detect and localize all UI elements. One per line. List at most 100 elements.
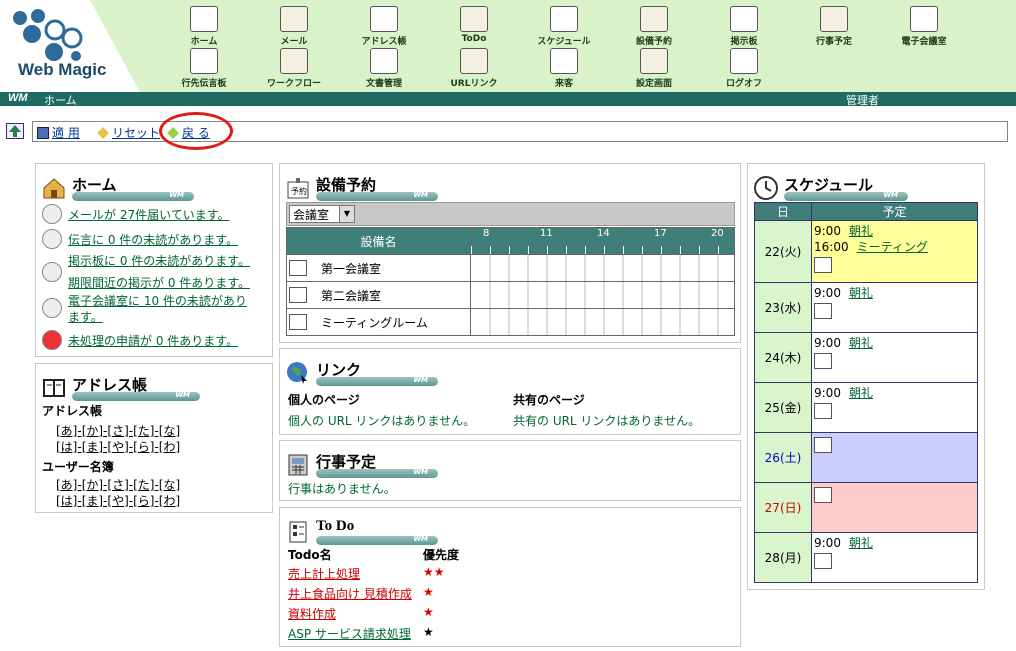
equipment-slot-cells[interactable] xyxy=(470,281,735,309)
schedule-event-link[interactable]: 朝礼 xyxy=(849,386,873,400)
schedule-day-cell[interactable]: 23(水) xyxy=(754,282,812,333)
schedule-day-row: 26(土) xyxy=(754,432,978,483)
room-type-select[interactable]: 会議室 ▼ xyxy=(289,205,355,223)
edit-pencil-icon[interactable] xyxy=(814,257,832,273)
equipment-slot-cells[interactable] xyxy=(470,254,735,282)
schedule-plan-cell[interactable]: 9:00 朝礼 xyxy=(811,282,978,333)
home-conference-link[interactable]: 電子会議室に 10 件の未読があり xyxy=(68,292,247,309)
home-board-due-link[interactable]: 期限間近の掲示が 0 件あります。 xyxy=(68,274,250,291)
equipment-name-cell: 第一会議室 xyxy=(286,254,471,282)
schedule-plan-cell[interactable] xyxy=(811,432,978,483)
header: Web Magic ホーム メール アドレス帳 ToDo スケジュール 設備予約 掲示板 行事… xyxy=(0,0,1016,92)
calendar-icon xyxy=(820,6,848,32)
user-index-row-b[interactable]: [は]-[ま]-[や]-[ら]-[わ] xyxy=(56,492,180,509)
nav-calendar[interactable]: 行事予定 xyxy=(790,6,878,47)
nav-globe[interactable]: URLリンク xyxy=(430,48,518,89)
todo-item-name[interactable]: 売上計上処理 xyxy=(288,565,360,582)
schedule-event-link[interactable]: 朝礼 xyxy=(849,336,873,350)
nav-clock[interactable]: スケジュール xyxy=(520,6,608,47)
schedule-time: 9:00 xyxy=(814,286,841,300)
reset-button[interactable]: リセット xyxy=(97,124,160,141)
address-index-row-a[interactable]: [あ]-[か]-[さ]-[た]-[な] xyxy=(56,422,180,439)
schedule-event-link[interactable]: ミーティング xyxy=(857,240,928,254)
user-index-row-a[interactable]: [あ]-[か]-[さ]-[た]-[な] xyxy=(56,476,180,493)
personal-page-heading: 個人のページ xyxy=(288,393,360,407)
conference-icon xyxy=(910,6,938,32)
title-bar-ornament: WM xyxy=(72,191,194,201)
edit-pencil-icon[interactable] xyxy=(289,313,307,330)
apply-label: 適 用 xyxy=(52,126,80,140)
schedule-day-cell[interactable]: 25(金) xyxy=(754,382,812,433)
logo[interactable]: Web Magic xyxy=(0,0,140,92)
home-board-link[interactable]: 掲示板に 0 件の未読があります。 xyxy=(68,252,250,269)
conference-icon xyxy=(42,298,62,318)
schedule-day-cell[interactable]: 27(日) xyxy=(754,482,812,533)
nav-settings[interactable]: 設定画面 xyxy=(610,48,698,89)
title-bar-ornament: WM xyxy=(784,191,908,201)
home-workflow-link[interactable]: 未処理の申請が 0 件あります。 xyxy=(68,332,238,349)
hour-label: 8 xyxy=(483,228,490,239)
schedule-plan-cell[interactable]: 9:00 朝礼 xyxy=(811,382,978,433)
todo-priority-header: 優先度 xyxy=(423,548,460,562)
nav-label: 行先伝言板 xyxy=(181,79,227,89)
nav-mail[interactable]: メール xyxy=(250,6,338,47)
nav-label: ホーム xyxy=(190,37,218,47)
nav-visitor[interactable]: 来客 xyxy=(520,48,608,89)
equipment-slot-cells[interactable] xyxy=(470,308,735,336)
nav-label: 来客 xyxy=(554,79,573,89)
edit-pencil-icon[interactable] xyxy=(814,403,832,419)
schedule-plan-cell[interactable] xyxy=(811,482,978,533)
edit-pencil-icon[interactable] xyxy=(814,353,832,369)
schedule-plan-cell[interactable]: 9:00 朝礼 16:00 ミーティング xyxy=(811,220,978,283)
todo-item-name[interactable]: ASP サービス請求処理 xyxy=(288,625,411,642)
nav-workflow[interactable]: ワークフロー xyxy=(250,48,338,89)
home-conference-link-2[interactable]: ます。 xyxy=(68,308,103,325)
schedule-event-link[interactable]: 朝礼 xyxy=(849,286,873,300)
edit-pencil-icon[interactable] xyxy=(289,259,307,276)
todo-item-name[interactable]: 資料作成 xyxy=(288,605,336,622)
nav-message-board[interactable]: 行先伝言板 xyxy=(160,48,248,89)
schedule-plan-cell[interactable]: 9:00 朝礼 xyxy=(811,532,978,583)
nav-label: メール xyxy=(280,37,308,47)
workflow-icon xyxy=(42,330,62,350)
address-index-row-b[interactable]: [は]-[ま]-[や]-[ら]-[わ] xyxy=(56,438,180,455)
edit-pencil-icon[interactable] xyxy=(814,553,832,569)
nav-conference[interactable]: 電子会議室 xyxy=(880,6,968,47)
nav-address-book[interactable]: アドレス帳 xyxy=(340,6,428,47)
nav-bulletin-board[interactable]: 掲示板 xyxy=(700,6,788,47)
bulletin-board-icon xyxy=(730,6,758,32)
schedule-day-cell[interactable]: 26(土) xyxy=(754,432,812,483)
up-arrow-icon[interactable] xyxy=(6,123,24,139)
edit-pencil-icon[interactable] xyxy=(814,487,832,503)
nav-equipment-reserve[interactable]: 設備予約 xyxy=(610,6,698,47)
reset-label: リセット xyxy=(112,126,161,140)
schedule-panel: スケジュール WM 日予定 22(火) 9:00 朝礼 16:00 ミーティング 23(水)… xyxy=(747,163,985,590)
edit-pencil-icon[interactable] xyxy=(814,437,832,453)
schedule-plan-cell[interactable]: 9:00 朝礼 xyxy=(811,332,978,383)
nav-logoff[interactable]: ログオフ xyxy=(700,48,788,89)
apply-button[interactable]: 適 用 xyxy=(37,124,80,141)
nav-house[interactable]: ホーム xyxy=(160,6,248,47)
schedule-time: 16:00 xyxy=(814,240,849,254)
home-message-link[interactable]: 伝言に 0 件の未読があります。 xyxy=(68,231,238,248)
home-mail-link[interactable]: メールが 27件届いています。 xyxy=(68,206,230,223)
nav-label: 文書管理 xyxy=(365,79,402,89)
equipment-grid: 設備名 8 11 14 17 20 第一会議室 第二会議室 ミーティングルーム xyxy=(286,227,735,336)
schedule-day-cell[interactable]: 24(木) xyxy=(754,332,812,383)
hour-label: 20 xyxy=(711,228,724,239)
schedule-event-link[interactable]: 朝礼 xyxy=(849,224,873,238)
equipment-row: 第二会議室 xyxy=(286,281,735,309)
nav-todo[interactable]: ToDo xyxy=(430,6,518,44)
chevron-down-icon[interactable]: ▼ xyxy=(339,206,354,222)
schedule-day-cell[interactable]: 22(火) xyxy=(754,220,812,283)
todo-item-name[interactable]: 井上食品向け 見積作成 xyxy=(288,585,412,602)
document-icon xyxy=(370,48,398,74)
nav-document[interactable]: 文書管理 xyxy=(340,48,428,89)
schedule-event-link[interactable]: 朝礼 xyxy=(849,536,873,550)
edit-pencil-icon[interactable] xyxy=(289,286,307,303)
schedule-day-cell[interactable]: 28(月) xyxy=(754,532,812,583)
equipment-filter-bar: 会議室 ▼ xyxy=(286,202,735,226)
todo-item-priority: ★ xyxy=(423,625,434,639)
edit-pencil-icon[interactable] xyxy=(814,303,832,319)
title-bar: WM ホーム 管理者 xyxy=(0,92,1016,107)
